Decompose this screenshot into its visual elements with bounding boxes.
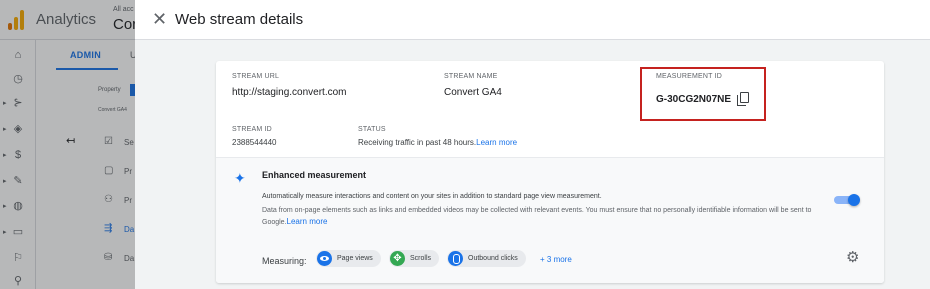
chip-label: Outbound clicks [468, 255, 518, 262]
stream-id-caption: STREAM ID [232, 126, 272, 133]
sparkle-icon: ✦ [234, 170, 246, 186]
status-text: Receiving traffic in past 48 hours.Learn… [358, 138, 517, 147]
close-icon[interactable]: ✕ [152, 9, 167, 29]
stream-id: 2388544440 [232, 138, 277, 147]
scroll-icon [390, 251, 405, 266]
status-caption: STATUS [358, 126, 386, 133]
copy-icon[interactable] [736, 92, 750, 106]
stream-name[interactable]: Convert GA4 [444, 87, 502, 98]
status-learn-more-link[interactable]: Learn more [476, 138, 517, 147]
mouse-click-icon [448, 251, 463, 266]
enhanced-measurement-note: Data from on-page elements such as links… [262, 205, 842, 228]
page-views-chip[interactable]: Page views [316, 250, 381, 267]
outbound-clicks-chip[interactable]: Outbound clicks [447, 250, 526, 267]
measuring-label: Measuring: [262, 256, 307, 266]
note-text: Data from on-page elements such as links… [262, 207, 812, 226]
more-events-link[interactable]: + 3 more [540, 255, 572, 264]
enhanced-measurement-toggle[interactable] [834, 194, 860, 206]
status-message: Receiving traffic in past 48 hours. [358, 138, 477, 147]
eye-icon [317, 251, 332, 266]
stream-details-card: STREAM URL http://staging.convert.com ST… [216, 61, 884, 283]
stream-url-caption: STREAM URL [232, 73, 280, 80]
enhanced-measurement-title: Enhanced measurement [262, 170, 367, 180]
chip-label: Scrolls [410, 255, 432, 262]
stream-url: http://staging.convert.com [232, 87, 347, 98]
dialog-header: ✕ Web stream details [135, 0, 930, 40]
gear-icon[interactable]: ⚙ [846, 250, 859, 265]
measurement-id-caption: MEASUREMENT ID [656, 73, 723, 80]
note-learn-more-link[interactable]: Learn more [287, 217, 328, 226]
stream-name-caption: STREAM NAME [444, 73, 498, 80]
enhanced-measurement-section: ✦ Enhanced measurement Automatically mea… [216, 157, 884, 283]
chip-label: Page views [337, 255, 373, 262]
enhanced-measurement-description: Automatically measure interactions and c… [262, 193, 602, 200]
web-stream-dialog: ✕ Web stream details STREAM URL http://s… [135, 0, 930, 289]
scrolls-chip[interactable]: Scrolls [389, 250, 440, 267]
dialog-title: Web stream details [175, 11, 304, 28]
measurement-id: G-30CG2N07NE [656, 94, 732, 105]
